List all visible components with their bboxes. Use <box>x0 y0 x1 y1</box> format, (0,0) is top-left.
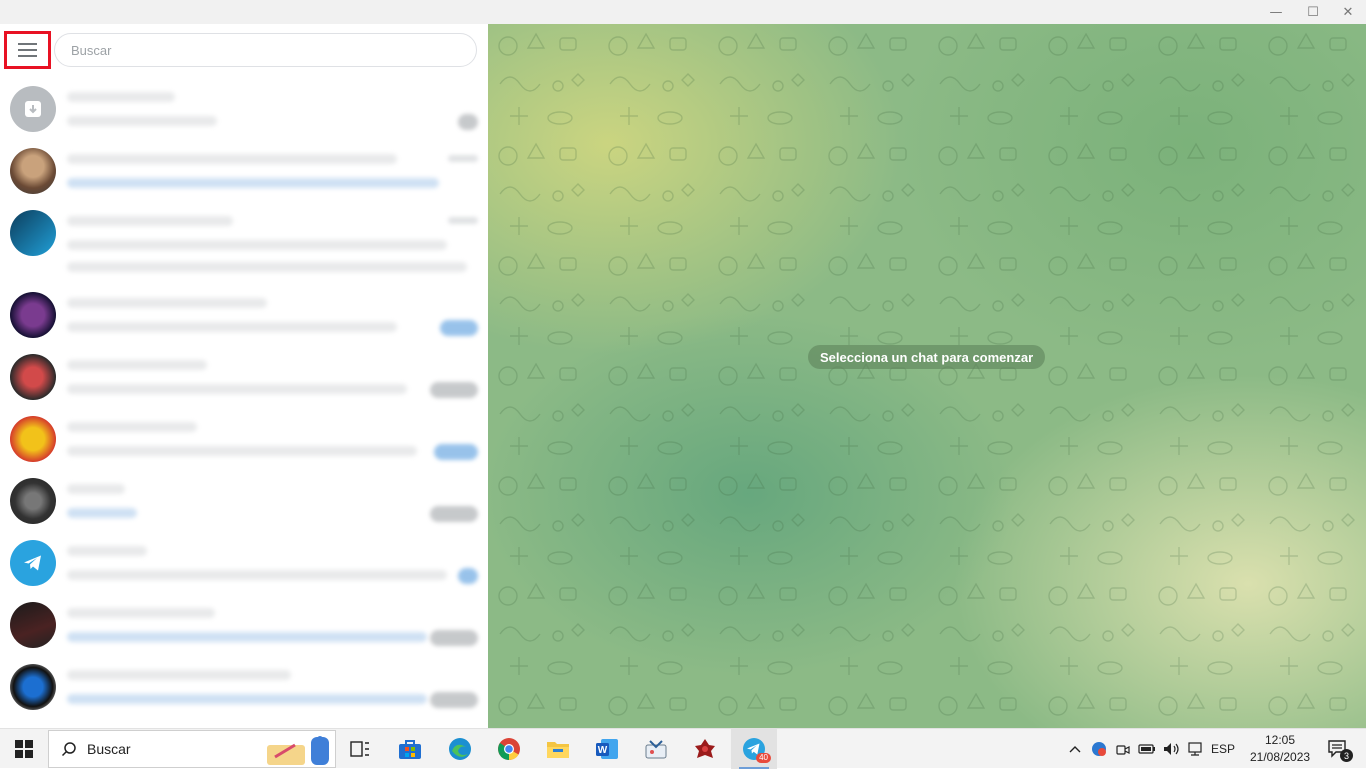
search-input[interactable] <box>71 42 476 58</box>
search-highlight-icon <box>267 736 329 765</box>
avatar <box>10 416 56 462</box>
title-bar: — ☐ ✕ <box>0 0 1366 24</box>
search-icon <box>61 742 76 757</box>
game-app-icon[interactable] <box>682 729 728 769</box>
chat-item[interactable] <box>0 472 488 534</box>
notification-center-icon[interactable]: 3 <box>1318 729 1358 769</box>
file-explorer-icon[interactable] <box>535 729 581 769</box>
notification-count: 3 <box>1340 749 1353 762</box>
avatar <box>10 602 56 648</box>
maximize-button[interactable]: ☐ <box>1293 0 1333 24</box>
avatar <box>10 292 56 338</box>
chat-item-archived[interactable] <box>0 80 488 142</box>
language-indicator[interactable]: ESP <box>1208 729 1238 769</box>
chat-list <box>0 80 488 720</box>
clock[interactable]: 12:05 21/08/2023 <box>1250 732 1310 766</box>
show-hidden-icons-chevron-icon[interactable] <box>1066 729 1084 769</box>
telegram-unread-badge: 40 <box>756 753 771 763</box>
chat-item-telegram[interactable] <box>0 534 488 596</box>
chat-item[interactable] <box>0 348 488 410</box>
chat-item[interactable] <box>0 286 488 348</box>
avatar <box>10 478 56 524</box>
chrome-icon[interactable] <box>486 729 532 769</box>
snipping-app-icon[interactable] <box>633 729 679 769</box>
chat-sidebar <box>0 24 488 728</box>
taskbar: Buscar W 40 ESP 12:05 21/08/2023 3 <box>0 728 1366 769</box>
search-field[interactable] <box>54 33 477 67</box>
chat-item[interactable] <box>0 410 488 472</box>
meet-now-tray-icon[interactable] <box>1112 729 1134 769</box>
doodle-pattern <box>488 24 1366 728</box>
volume-icon[interactable] <box>1160 729 1182 769</box>
clock-time: 12:05 <box>1264 733 1296 747</box>
archive-icon <box>10 86 56 132</box>
svg-text:W: W <box>598 745 608 756</box>
network-icon[interactable] <box>1184 729 1206 769</box>
minimize-button[interactable]: — <box>1256 0 1296 24</box>
windows-start-icon[interactable] <box>0 729 48 769</box>
hamburger-menu-icon[interactable] <box>4 31 51 69</box>
clock-date: 21/08/2023 <box>1250 750 1311 764</box>
microsoft-store-icon[interactable] <box>387 729 433 769</box>
avatar <box>10 664 56 710</box>
telegram-taskbar-button[interactable]: 40 <box>731 729 777 769</box>
avatar <box>10 354 56 400</box>
avatar <box>10 148 56 194</box>
chat-item[interactable] <box>0 658 488 720</box>
taskbar-search-box[interactable]: Buscar <box>48 730 336 768</box>
battery-icon[interactable] <box>1136 729 1158 769</box>
empty-chat-notice: Selecciona un chat para comenzar <box>808 345 1046 369</box>
chat-item[interactable] <box>0 596 488 658</box>
avatar <box>10 210 56 256</box>
chat-item[interactable] <box>0 204 488 286</box>
telegram-icon <box>10 540 56 586</box>
word-icon[interactable]: W <box>584 729 630 769</box>
antivirus-tray-icon[interactable] <box>1088 729 1110 769</box>
chat-item[interactable] <box>0 142 488 204</box>
edge-icon[interactable] <box>437 729 483 769</box>
close-button[interactable]: ✕ <box>1328 0 1366 24</box>
chat-area-background: Selecciona un chat para comenzar <box>488 24 1366 728</box>
taskbar-search-label: Buscar <box>87 741 131 757</box>
task-view-icon[interactable] <box>337 729 383 769</box>
